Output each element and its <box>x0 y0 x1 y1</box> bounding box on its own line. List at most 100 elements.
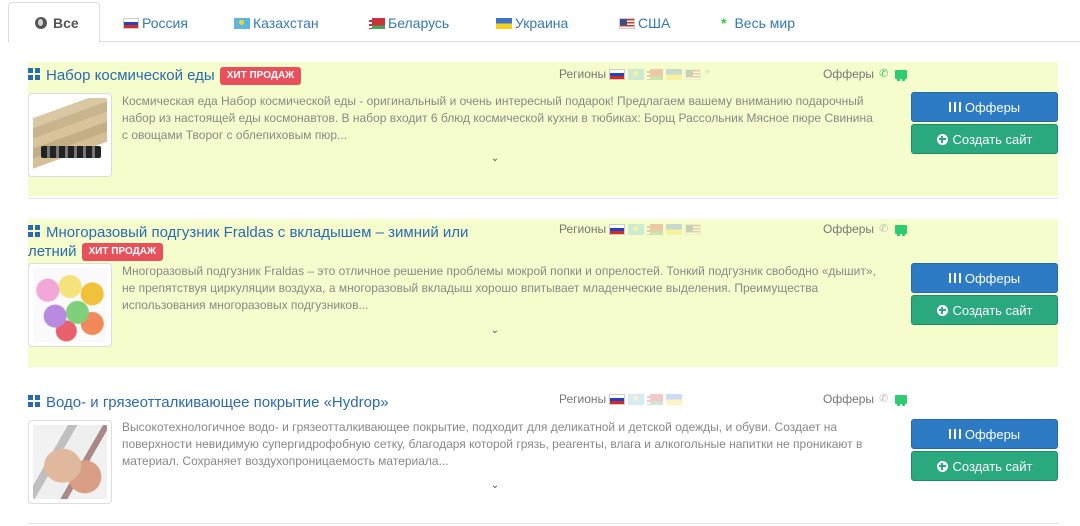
offers-button-label: Офферы <box>964 270 1021 286</box>
create-site-button[interactable]: Создать сайт <box>911 295 1058 325</box>
regions-label: Регионы <box>559 392 607 406</box>
flag-by-icon <box>647 223 664 235</box>
plus-circle-icon <box>936 460 948 472</box>
truck-icon <box>895 394 908 406</box>
tab-usa[interactable]: США <box>619 4 670 42</box>
tab-belarus[interactable]: Беларусь <box>369 4 449 42</box>
product-description: Космическая еда Набор космической еды - … <box>122 94 873 142</box>
offers-button[interactable]: Офферы <box>911 263 1058 293</box>
product-description: Высокотехнологичное водо- и грязеотталки… <box>122 420 863 468</box>
offers-indicator: Офферы ✆ <box>823 222 908 236</box>
globe-icon <box>35 16 47 29</box>
regions-indicator: Регионы <box>559 392 683 406</box>
create-site-button-label: Создать сайт <box>952 131 1033 147</box>
tab-ukraine-label: Украина <box>515 15 569 31</box>
bars-icon <box>948 273 961 283</box>
flag-kz-icon <box>628 68 645 80</box>
hit-badge: ХИТ ПРОДАЖ <box>81 243 164 261</box>
plus-circle-icon <box>936 304 948 316</box>
offers-label: Офферы <box>823 222 875 236</box>
tab-kazakhstan-label: Казахстан <box>253 15 319 31</box>
phone-icon: ✆ <box>879 393 889 405</box>
bars-icon <box>948 102 961 112</box>
flag-ru-icon <box>609 393 626 405</box>
tab-belarus-label: Беларусь <box>388 15 450 31</box>
product-image[interactable] <box>28 93 112 177</box>
product-title-text[interactable]: Набор космической еды <box>46 67 215 84</box>
flag-by-icon <box>647 68 664 80</box>
truck-icon <box>895 224 908 236</box>
product-photo <box>33 98 107 172</box>
create-site-button-label: Создать сайт <box>952 458 1033 474</box>
tab-all-label: Все <box>53 14 79 31</box>
flag-ua-icon <box>666 68 683 80</box>
flag-by-icon <box>369 17 385 29</box>
tab-russia-label: Россия <box>142 15 188 31</box>
flag-ru-icon <box>123 17 139 29</box>
regions-indicator: Регионы <box>559 222 702 236</box>
plus-circle-icon <box>936 133 948 145</box>
product-title[interactable]: Набор космической еды ХИТ ПРОДАЖ <box>28 66 302 85</box>
product-image[interactable] <box>28 263 112 347</box>
chevron-down-icon[interactable]: ⌄ <box>489 481 501 491</box>
offers-button-label: Офферы <box>964 426 1021 442</box>
offers-label: Офферы <box>823 67 875 81</box>
product-card: Водо- и грязеотталкивающее покрытие «Hyd… <box>28 388 1058 516</box>
flag-by-icon <box>647 393 664 405</box>
divider <box>28 523 1058 524</box>
offers-button-label: Офферы <box>964 99 1021 115</box>
product-card: Набор космической еды ХИТ ПРОДАЖ Регионы … <box>28 62 1058 196</box>
flag-kz-icon <box>628 223 645 235</box>
product-title[interactable]: Водо- и грязеотталкивающее покрытие «Hyd… <box>28 393 389 412</box>
bars-icon <box>948 429 961 439</box>
tab-usa-label: США <box>638 15 671 31</box>
tab-ukraine[interactable]: Украина <box>496 4 568 42</box>
product-title[interactable]: Многоразовый подгузник Fraldas с вкладыш… <box>28 223 518 261</box>
offers-button[interactable]: Офферы <box>911 419 1058 449</box>
grid-icon <box>28 225 41 238</box>
tab-kazakhstan[interactable]: Казахстан <box>234 4 319 42</box>
product-photo <box>33 268 107 342</box>
star-icon: * <box>721 15 727 31</box>
create-site-button[interactable]: Создать сайт <box>911 124 1058 154</box>
offers-label: Офферы <box>823 392 875 406</box>
flag-ua-icon <box>666 393 683 405</box>
offers-indicator: Офферы ✆ <box>823 392 908 406</box>
product-description: Многоразовый подгузник Fraldas – это отл… <box>122 264 876 312</box>
chevron-down-icon[interactable]: ⌄ <box>489 154 501 164</box>
hit-badge: ХИТ ПРОДАЖ <box>219 67 302 85</box>
flag-us-icon <box>619 17 635 29</box>
regions-label: Регионы <box>559 222 607 236</box>
create-site-button-label: Создать сайт <box>952 302 1033 318</box>
tab-all[interactable]: Все <box>8 2 100 43</box>
offers-button[interactable]: Офферы <box>911 92 1058 122</box>
regions-label: Регионы <box>559 67 607 81</box>
tab-world[interactable]: * Весь мир <box>721 4 795 42</box>
chevron-down-icon[interactable]: ⌄ <box>489 326 501 336</box>
flag-kz-icon <box>234 17 250 29</box>
phone-icon: ✆ <box>879 68 889 80</box>
flag-ua-icon <box>496 17 512 29</box>
tab-russia[interactable]: Россия <box>123 4 188 42</box>
region-tabs: Все Россия Казахстан Беларусь Украина СШ… <box>8 0 1080 43</box>
flag-ru-icon <box>609 68 626 80</box>
create-site-button[interactable]: Создать сайт <box>911 451 1058 481</box>
grid-icon <box>28 68 41 81</box>
flag-kz-icon <box>628 393 645 405</box>
product-card: Многоразовый подгузник Fraldas с вкладыш… <box>28 219 1058 367</box>
tab-world-label: Весь мир <box>734 15 795 31</box>
phone-icon: ✆ <box>879 223 889 235</box>
star-icon: * <box>705 67 710 81</box>
product-photo <box>33 425 107 499</box>
regions-indicator: Регионы * <box>559 67 710 81</box>
flag-us-icon <box>685 223 702 235</box>
grid-icon <box>28 395 41 408</box>
product-image[interactable] <box>28 420 112 504</box>
flag-ru-icon <box>609 223 626 235</box>
truck-icon <box>895 69 908 81</box>
product-title-text[interactable]: Водо- и грязеотталкивающее покрытие «Hyd… <box>46 394 389 411</box>
offers-indicator: Офферы ✆ <box>823 67 908 81</box>
flag-ua-icon <box>666 223 683 235</box>
divider <box>28 198 1058 199</box>
flag-us-icon <box>685 68 702 80</box>
